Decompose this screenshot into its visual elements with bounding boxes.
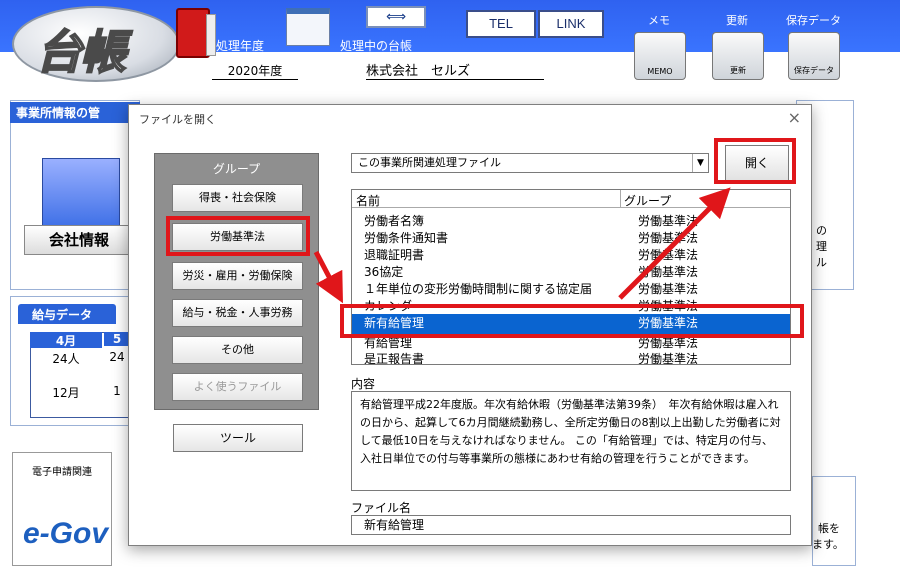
- memo-label: メモ: [648, 14, 670, 27]
- salary-month-dec: 12月: [52, 386, 80, 400]
- group-button-social-insurance[interactable]: 得喪・社会保険: [172, 184, 303, 212]
- list-item[interactable]: 36協定 労働基準法: [352, 263, 790, 280]
- saved-data-icon[interactable]: 保存データ: [788, 32, 840, 80]
- book-icon[interactable]: [176, 8, 216, 58]
- salary-month-header-2: 5: [104, 332, 130, 346]
- office-header: 事業所情報の管: [10, 102, 140, 123]
- list-item-selected[interactable]: 新有給管理 労働基準法: [352, 314, 790, 334]
- update-label: 更新: [726, 14, 748, 27]
- app-header: 台帳 処理年度 2020年度 ⟺ 処理中の台帳 株式会社 セルズ TEL LIN…: [0, 0, 900, 86]
- swap-arrow-icon[interactable]: ⟺: [366, 6, 426, 28]
- column-header-group[interactable]: グループ: [624, 192, 671, 209]
- filename-field[interactable]: 新有給管理: [351, 515, 791, 535]
- content-label: 内容: [351, 377, 376, 391]
- open-button[interactable]: 開く: [725, 145, 789, 181]
- group-button-payroll-tax[interactable]: 給与・税金・人事労務: [172, 299, 303, 327]
- salary-count-2: 24: [109, 350, 125, 364]
- right-text-1: の: [816, 224, 827, 237]
- calendar-icon[interactable]: [286, 8, 330, 46]
- dropdown-arrow-icon[interactable]: ▼: [692, 154, 708, 172]
- list-item[interactable]: １年単位の変形労働時間制に関する協定届 労働基準法: [352, 280, 790, 297]
- memo-icon[interactable]: MEMO: [634, 32, 686, 80]
- salary-tab[interactable]: 給与データ: [18, 304, 116, 324]
- egov-title: 電子申請関連: [32, 467, 92, 478]
- building-icon[interactable]: [42, 158, 120, 230]
- content-description: 有給管理平成22年度版。年次有給休暇（労働基準法第39条） 年次有給休暇は雇入れ…: [351, 391, 791, 491]
- salary-month-jan: 1: [113, 384, 121, 398]
- filename-label: ファイル名: [351, 501, 412, 515]
- company-info-button[interactable]: 会社情報: [24, 225, 134, 255]
- right-text-3: ル: [816, 256, 827, 269]
- right-text-5: ます。: [812, 538, 844, 551]
- list-item[interactable]: 有給管理 労働基準法: [352, 334, 790, 351]
- app-logo: 台帳: [12, 6, 180, 82]
- egov-logo: e-Gov: [23, 517, 109, 550]
- right-text-2: 理: [816, 240, 827, 253]
- column-separator: [620, 190, 621, 208]
- list-item[interactable]: 是正報告書 労働基準法: [352, 350, 790, 364]
- file-scope-select[interactable]: この事業所関連処理ファイル ▼: [351, 153, 709, 173]
- group-button-labor-standards[interactable]: 労働基準法: [172, 223, 303, 251]
- update-icon[interactable]: 更新: [712, 32, 764, 80]
- group-button-other[interactable]: その他: [172, 336, 303, 364]
- salary-count: 24人: [52, 352, 80, 366]
- saved-data-label: 保存データ: [786, 14, 841, 27]
- file-list[interactable]: 名前 グループ 労働者名簿 労働基準法 労働条件通知書 労働基準法 退職証明書 労働基…: [351, 189, 791, 365]
- tool-button[interactable]: ツール: [173, 424, 303, 452]
- file-list-header: 名前 グループ: [352, 190, 790, 208]
- dialog-title: ファイルを開く: [139, 113, 216, 126]
- right-text-4: 帳を: [818, 522, 840, 535]
- list-item[interactable]: 労働者名簿 労働基準法: [352, 212, 790, 229]
- ledger-label: 処理中の台帳: [340, 39, 413, 53]
- open-file-dialog: ファイルを開く × グループ 得喪・社会保険 労働基準法 労災・雇用・労働保険 …: [128, 104, 812, 546]
- group-title: グループ: [212, 162, 261, 176]
- close-icon[interactable]: ×: [788, 108, 801, 127]
- list-item[interactable]: 退職証明書 労働基準法: [352, 246, 790, 263]
- year-value: 2020年度: [212, 62, 298, 80]
- year-label: 処理年度: [216, 39, 265, 53]
- list-item[interactable]: カレンダ 労働基準法: [352, 297, 790, 314]
- column-header-name[interactable]: 名前: [356, 192, 380, 209]
- tel-button[interactable]: TEL: [466, 10, 536, 38]
- egov-panel[interactable]: 電子申請関連 e-Gov: [12, 452, 112, 566]
- link-button[interactable]: LINK: [538, 10, 604, 38]
- salary-month-header: 4月: [30, 332, 102, 348]
- group-button-labor-insurance[interactable]: 労災・雇用・労働保険: [172, 262, 303, 290]
- group-panel: グループ 得喪・社会保険 労働基準法 労災・雇用・労働保険 給与・税金・人事労務…: [154, 153, 319, 410]
- file-scope-value: この事業所関連処理ファイル: [358, 156, 501, 169]
- company-value: 株式会社 セルズ: [366, 60, 544, 80]
- group-button-favorites[interactable]: よく使うファイル: [172, 373, 303, 401]
- list-item[interactable]: 労働条件通知書 労働基準法: [352, 229, 790, 246]
